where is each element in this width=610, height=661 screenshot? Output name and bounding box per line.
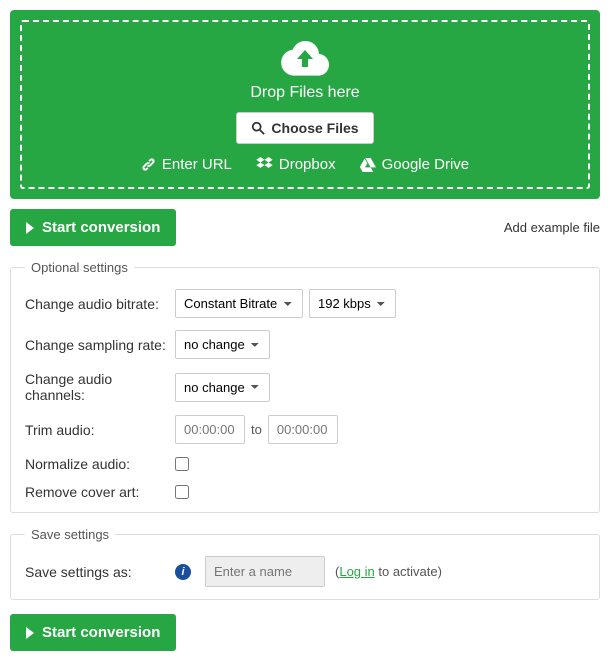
optional-settings-fieldset: Optional settings Change audio bitrate: … <box>10 260 600 513</box>
bitrate-label: Change audio bitrate: <box>25 296 175 312</box>
save-name-input[interactable] <box>205 556 325 587</box>
gdrive-link[interactable]: Google Drive <box>360 156 470 173</box>
login-link[interactable]: Log in <box>339 564 374 579</box>
save-settings-legend: Save settings <box>25 527 115 542</box>
normalize-checkbox[interactable] <box>175 457 189 471</box>
cover-label: Remove cover art: <box>25 484 175 500</box>
top-action-row: Start conversion Add example file <box>10 209 600 246</box>
enter-url-link[interactable]: Enter URL <box>141 156 232 173</box>
chevron-right-icon <box>26 627 34 639</box>
trim-label: Trim audio: <box>25 422 175 438</box>
sampling-label: Change sampling rate: <box>25 337 175 353</box>
dropbox-link[interactable]: Dropbox <box>256 156 336 173</box>
login-hint: (Log in to activate) <box>335 564 442 579</box>
bitrate-mode-select[interactable]: Constant Bitrate <box>175 289 303 318</box>
bitrate-row: Change audio bitrate: Constant Bitrate 1… <box>25 289 585 318</box>
start-conversion-button[interactable]: Start conversion <box>10 209 176 246</box>
save-as-label: Save settings as: <box>25 564 175 580</box>
channels-label: Change audio channels: <box>25 371 175 403</box>
sampling-select[interactable]: no change <box>175 330 270 359</box>
optional-settings-legend: Optional settings <box>25 260 134 275</box>
channels-select[interactable]: no change <box>175 373 270 402</box>
add-example-link[interactable]: Add example file <box>504 220 600 235</box>
start-conversion-button-bottom[interactable]: Start conversion <box>10 614 176 651</box>
search-icon <box>251 121 265 135</box>
dropbox-icon <box>256 157 273 172</box>
info-icon[interactable]: i <box>175 564 191 580</box>
drop-text: Drop Files here <box>32 84 578 102</box>
sampling-row: Change sampling rate: no change <box>25 330 585 359</box>
save-row: Save settings as: i (Log in to activate) <box>25 556 585 587</box>
cloud-upload-icon <box>281 40 329 76</box>
cover-row: Remove cover art: <box>25 484 585 500</box>
trim-row: Trim audio: to <box>25 415 585 444</box>
link-icon <box>141 157 156 172</box>
cover-checkbox[interactable] <box>175 485 189 499</box>
normalize-label: Normalize audio: <box>25 456 175 472</box>
start-conversion-label-bottom: Start conversion <box>42 624 160 641</box>
source-row: Enter URL Dropbox Google Drive <box>32 156 578 173</box>
trim-to-label: to <box>251 422 262 437</box>
normalize-row: Normalize audio: <box>25 456 585 472</box>
gdrive-label: Google Drive <box>382 156 470 173</box>
trim-from-input[interactable] <box>175 415 245 444</box>
choose-files-button[interactable]: Choose Files <box>236 112 373 144</box>
start-conversion-label: Start conversion <box>42 219 160 236</box>
channels-row: Change audio channels: no change <box>25 371 585 403</box>
save-settings-fieldset: Save settings Save settings as: i (Log i… <box>10 527 600 600</box>
file-dropzone[interactable]: Drop Files here Choose Files Enter URL D… <box>10 10 600 199</box>
chevron-right-icon <box>26 222 34 234</box>
enter-url-label: Enter URL <box>162 156 232 173</box>
trim-to-input[interactable] <box>268 415 338 444</box>
google-drive-icon <box>360 158 376 172</box>
dropzone-inner: Drop Files here Choose Files Enter URL D… <box>20 20 590 189</box>
choose-files-label: Choose Files <box>271 120 358 136</box>
dropbox-label: Dropbox <box>279 156 336 173</box>
bitrate-value-select[interactable]: 192 kbps <box>309 289 396 318</box>
